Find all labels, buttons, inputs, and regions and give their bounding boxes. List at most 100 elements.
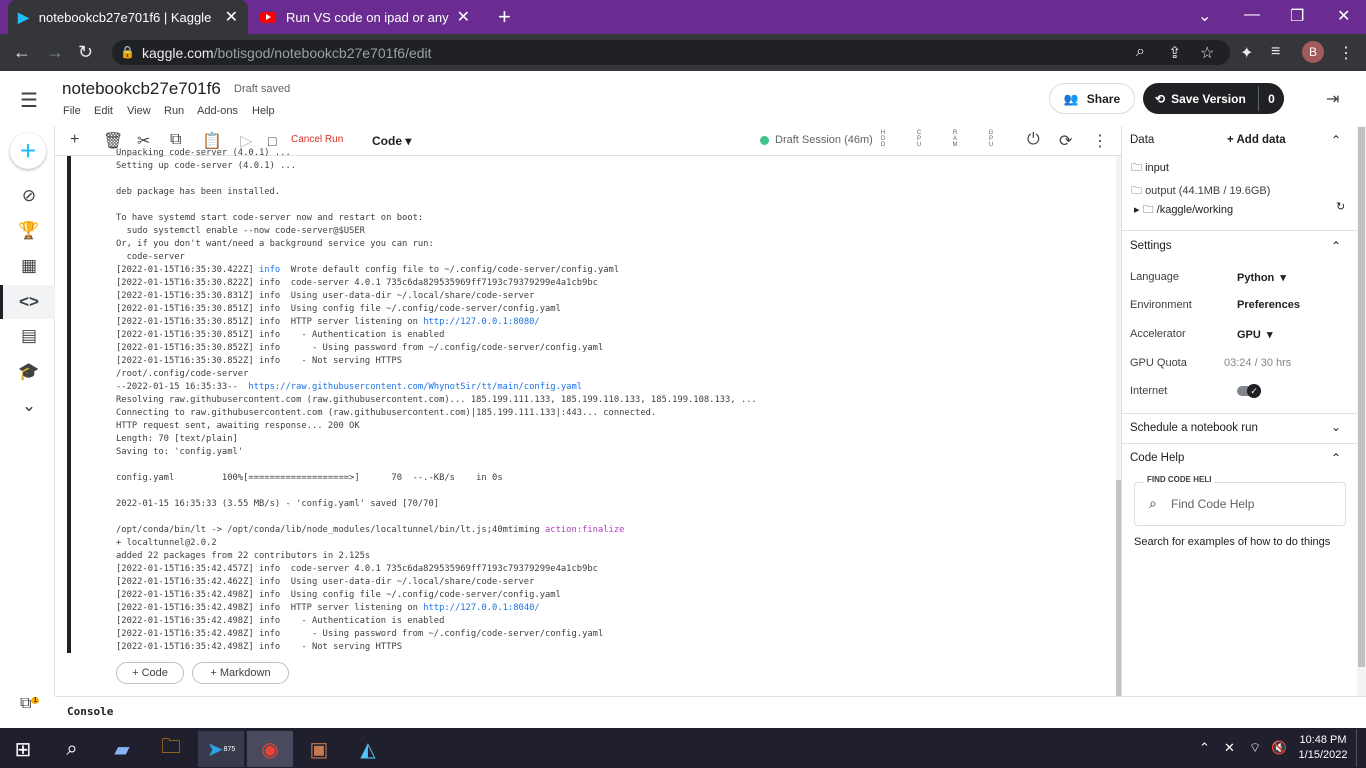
- windows-start-icon[interactable]: ⊞: [0, 731, 46, 767]
- more-options-icon[interactable]: ⋮: [1092, 131, 1108, 151]
- clock[interactable]: 10:48 PM 1/15/2022: [1290, 733, 1356, 763]
- code-icon[interactable]: <>: [18, 292, 40, 312]
- tray-chevron-icon[interactable]: ⌃: [1199, 740, 1210, 756]
- menu-view[interactable]: View: [127, 105, 151, 117]
- collapse-panel-icon[interactable]: ⇥: [1326, 89, 1339, 109]
- version-count: 0: [1258, 86, 1284, 111]
- working-folder[interactable]: ▸ 🗀 /kaggle/working: [1134, 201, 1233, 220]
- extensions-icon[interactable]: ✦: [1240, 43, 1253, 63]
- bookmark-star-icon[interactable]: ☆: [1200, 43, 1214, 63]
- refresh-icon[interactable]: ↻: [1336, 200, 1345, 213]
- cpu-meter: CPU: [916, 130, 922, 148]
- reload-icon[interactable]: ↻: [78, 42, 93, 63]
- gpu-quota-value: 03:24 / 30 hrs: [1224, 357, 1292, 369]
- notebook-title[interactable]: notebookcb27e701f6: [62, 79, 221, 99]
- output-line: Resolving raw.githubusercontent.com (raw…: [116, 395, 757, 405]
- chevron-up-icon[interactable]: ⌃: [1331, 133, 1341, 147]
- menu-run[interactable]: Run: [164, 105, 184, 117]
- restart-icon[interactable]: ⟳: [1059, 131, 1072, 151]
- media-control-icon[interactable]: ≡: [1271, 43, 1280, 61]
- output-line: /opt/conda/bin/lt -> /opt/conda/lib/node…: [116, 525, 625, 535]
- app-icon[interactable]: ▰: [99, 731, 145, 767]
- cell-selection-bar: [67, 156, 71, 653]
- add-cell-icon[interactable]: +: [70, 131, 79, 149]
- notifications-icon[interactable]: ⧉ 1: [20, 695, 40, 713]
- trophy-icon[interactable]: 🏆: [18, 221, 40, 241]
- session-status[interactable]: Draft Session (46m): [760, 134, 873, 146]
- search-icon[interactable]: ⌕: [49, 731, 95, 767]
- menu-help[interactable]: Help: [252, 105, 275, 117]
- output-line: + localtunnel@2.0.2: [116, 538, 217, 548]
- add-data-button[interactable]: + Add data: [1227, 134, 1286, 146]
- output-line: To have systemd start code-server now an…: [116, 213, 424, 223]
- cancel-run-button[interactable]: Cancel Run: [291, 134, 343, 145]
- tab-kaggle[interactable]: ▶ notebookcb27e701f6 | Kaggle ✕: [8, 0, 248, 34]
- input-folder[interactable]: 🗀 input: [1131, 159, 1169, 178]
- back-icon[interactable]: ←: [13, 42, 31, 63]
- power-icon[interactable]: ⏻: [1027, 131, 1040, 149]
- app-icon[interactable]: ◭: [345, 731, 391, 767]
- environment-value[interactable]: Preferences: [1237, 299, 1300, 311]
- menu-addons[interactable]: Add-ons: [197, 105, 238, 117]
- panel-scrollbar-thumb[interactable]: [1358, 127, 1365, 667]
- new-tab-icon[interactable]: +: [498, 4, 511, 30]
- show-desktop[interactable]: [1356, 729, 1366, 767]
- close-window-icon[interactable]: ✕: [1337, 6, 1350, 26]
- output-line: sudo systemctl enable --now code-server@…: [116, 226, 365, 236]
- output-line: config.yaml 100%[===================>] 7…: [116, 473, 503, 483]
- hamburger-menu-icon[interactable]: ☰: [20, 88, 38, 113]
- chevron-up-icon[interactable]: ⌃: [1331, 239, 1341, 253]
- network-icon[interactable]: ⌔: [1249, 740, 1261, 756]
- comment-icon[interactable]: ▤: [18, 326, 40, 346]
- console-bar[interactable]: [55, 696, 1366, 727]
- chevron-up-icon[interactable]: ⌃: [1331, 451, 1341, 465]
- forward-icon[interactable]: →: [46, 42, 64, 63]
- compass-icon[interactable]: ⊘: [18, 186, 40, 206]
- share-button[interactable]: 👥 Share: [1049, 83, 1135, 114]
- language-select[interactable]: Python ▾: [1237, 271, 1286, 284]
- save-status: Draft saved: [234, 83, 291, 95]
- output-line: Connecting to raw.githubusercontent.com …: [116, 408, 657, 418]
- chrome-menu-icon[interactable]: ⋮: [1338, 43, 1354, 63]
- restore-icon[interactable]: ❐: [1290, 6, 1304, 26]
- school-icon[interactable]: 🎓: [18, 362, 40, 382]
- share-page-icon[interactable]: ⇪: [1168, 43, 1181, 63]
- cell-type-select[interactable]: Code ▾: [372, 134, 411, 148]
- output-line: added 22 packages from 22 contributors i…: [116, 551, 371, 561]
- menu-edit[interactable]: Edit: [94, 105, 113, 117]
- schedule-run[interactable]: Schedule a notebook run: [1130, 422, 1258, 434]
- save-version-button[interactable]: ⟲ Save Version 0: [1143, 83, 1284, 114]
- find-code-help-label: FIND CODE HELI: [1144, 475, 1215, 484]
- volume-icon[interactable]: 🔇: [1271, 740, 1287, 756]
- telegram-icon[interactable]: ➤ 875: [198, 731, 244, 767]
- add-code-cell-button[interactable]: + Code: [116, 662, 184, 684]
- add-markdown-cell-button[interactable]: + Markdown: [192, 662, 289, 684]
- chevron-down-icon[interactable]: ⌄: [18, 396, 40, 416]
- zoom-icon[interactable]: ⌕: [1136, 43, 1145, 61]
- app-icon[interactable]: ▣: [296, 731, 342, 767]
- create-plus-button[interactable]: +: [10, 133, 46, 169]
- close-tab-icon[interactable]: ✕: [457, 7, 470, 27]
- file-explorer-icon[interactable]: 🗀: [148, 731, 194, 767]
- chevron-down-icon[interactable]: ⌄: [1331, 420, 1341, 434]
- menu-file[interactable]: File: [63, 105, 81, 117]
- ime-icon[interactable]: ✕: [1224, 740, 1235, 756]
- tab-title: notebookcb27e701f6 | Kaggle: [38, 9, 212, 25]
- table-icon[interactable]: ▦: [18, 256, 40, 276]
- output-folder[interactable]: 🗀 output (44.1MB / 19.6GB): [1131, 182, 1270, 201]
- profile-avatar[interactable]: B: [1302, 41, 1324, 63]
- check-icon[interactable]: ✓: [1247, 384, 1261, 398]
- chrome-icon[interactable]: ◉: [247, 731, 293, 767]
- accelerator-select[interactable]: GPU ▾: [1237, 328, 1272, 341]
- url-text[interactable]: kaggle.com/botisgod/notebookcb27e701f6/e…: [142, 45, 432, 61]
- close-tab-icon[interactable]: ✕: [225, 7, 238, 27]
- console-label[interactable]: Console: [67, 705, 113, 718]
- tab-youtube[interactable]: Run VS code on ipad or any devi ✕: [250, 0, 480, 34]
- folder-icon: 🗀: [1131, 162, 1142, 174]
- tab-search-chevron-icon[interactable]: ⌄: [1198, 6, 1211, 26]
- ram-meter: RAM: [952, 130, 958, 148]
- lock-icon[interactable]: 🔒: [120, 45, 135, 59]
- minimize-icon[interactable]: —: [1244, 6, 1260, 24]
